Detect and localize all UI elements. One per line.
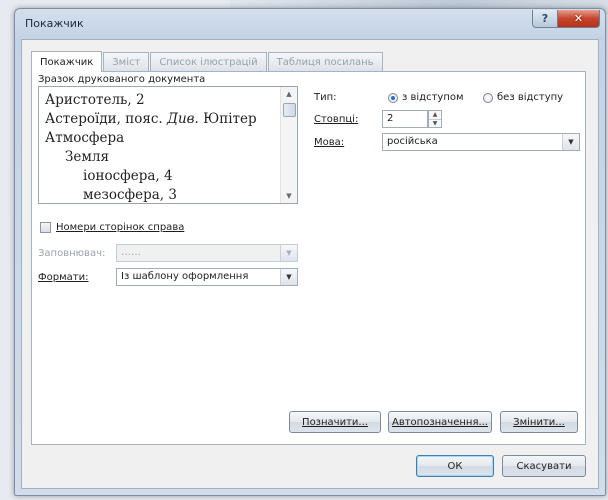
formats-label: Формати:	[38, 272, 89, 283]
print-preview-box[interactable]: Аристотель, 2 Астероїди, пояс. Див. Юпіт…	[38, 86, 298, 204]
dialog-title: Покажчик	[25, 17, 84, 30]
dialog-body: Покажчик Зміст Список ілюстрацій Таблиця…	[21, 39, 599, 489]
type-indented-label[interactable]: з відступом	[402, 92, 464, 103]
help-icon: ?	[541, 12, 549, 25]
preview-line: іоносфера, 4	[83, 168, 173, 184]
type-run-in-label[interactable]: без відступу	[497, 92, 563, 103]
chevron-down-icon[interactable]: ▼	[562, 134, 579, 150]
preview-scrollbar[interactable]: ▲ ▼	[280, 87, 297, 203]
right-align-checkbox[interactable]	[40, 222, 51, 233]
automark-button[interactable]: Автопозначення...	[388, 411, 492, 433]
index-dialog: Покажчик ? ✕ Покажчик Зміст Список ілюст…	[14, 8, 606, 496]
mark-entry-button[interactable]: Позначити...	[289, 411, 381, 433]
preview-line: Астероїди, пояс. Див. Юпітер	[45, 111, 257, 127]
tab-contents[interactable]: Зміст	[103, 52, 150, 71]
tab-leader-value: ……	[121, 247, 141, 258]
tab-index-label: Покажчик	[40, 56, 94, 68]
tab-contents-label: Зміст	[112, 56, 141, 68]
preview-line: Атмосфера	[45, 130, 125, 146]
language-value: російська	[387, 136, 438, 147]
tab-strip: Покажчик Зміст Список ілюстрацій Таблиця…	[31, 51, 384, 72]
scroll-thumb[interactable]	[283, 103, 296, 117]
modify-button[interactable]: Змінити...	[500, 411, 578, 433]
preview-line: Земля	[65, 149, 109, 165]
language-select[interactable]: російська ▼	[382, 133, 580, 151]
spin-up-icon[interactable]: ▲	[429, 111, 441, 120]
index-tab-panel: Зразок друкованого документа Аристотель,…	[31, 71, 586, 445]
type-indented-radio[interactable]	[388, 93, 398, 103]
right-align-label[interactable]: Номери сторінок справа	[56, 222, 184, 233]
tab-authorities-label: Таблиця посилань	[276, 56, 374, 68]
columns-input[interactable]: 2	[382, 110, 428, 128]
columns-stepper[interactable]: ▲ ▼	[428, 110, 442, 128]
close-button[interactable]: ✕	[557, 10, 600, 28]
spin-down-icon[interactable]: ▼	[429, 120, 441, 128]
help-button[interactable]: ?	[532, 10, 558, 28]
columns-value: 2	[387, 113, 394, 124]
type-run-in-radio[interactable]	[483, 93, 493, 103]
cancel-button[interactable]: Скасувати	[502, 455, 586, 477]
print-preview-text: Аристотель, 2 Астероїди, пояс. Див. Юпіт…	[45, 91, 257, 203]
preview-line: мезосфера, 3	[83, 187, 177, 203]
tab-index[interactable]: Покажчик	[31, 51, 103, 72]
tab-leader-select[interactable]: …… ▼	[116, 244, 298, 262]
title-bar[interactable]: Покажчик ? ✕	[15, 9, 605, 39]
chevron-down-icon[interactable]: ▼	[280, 269, 297, 285]
tab-leader-label: Заповнювач:	[38, 248, 106, 259]
formats-value: Із шаблону оформлення	[121, 271, 249, 282]
scroll-down-icon[interactable]: ▼	[281, 189, 297, 203]
type-label: Тип:	[314, 92, 337, 103]
scroll-up-icon[interactable]: ▲	[281, 87, 297, 101]
print-preview-label: Зразок друкованого документа	[38, 74, 206, 85]
tab-figures-label: Список ілюстрацій	[159, 56, 258, 68]
tab-figures[interactable]: Список ілюстрацій	[150, 52, 267, 71]
language-label: Мова:	[314, 137, 345, 148]
columns-label: Стовпці:	[314, 114, 359, 125]
chevron-down-icon[interactable]: ▼	[280, 245, 297, 261]
ok-button[interactable]: ОК	[416, 455, 494, 477]
close-icon: ✕	[573, 12, 584, 25]
formats-select[interactable]: Із шаблону оформлення ▼	[116, 268, 298, 286]
tab-authorities[interactable]: Таблиця посилань	[267, 52, 383, 71]
preview-line: Аристотель, 2	[45, 92, 145, 108]
